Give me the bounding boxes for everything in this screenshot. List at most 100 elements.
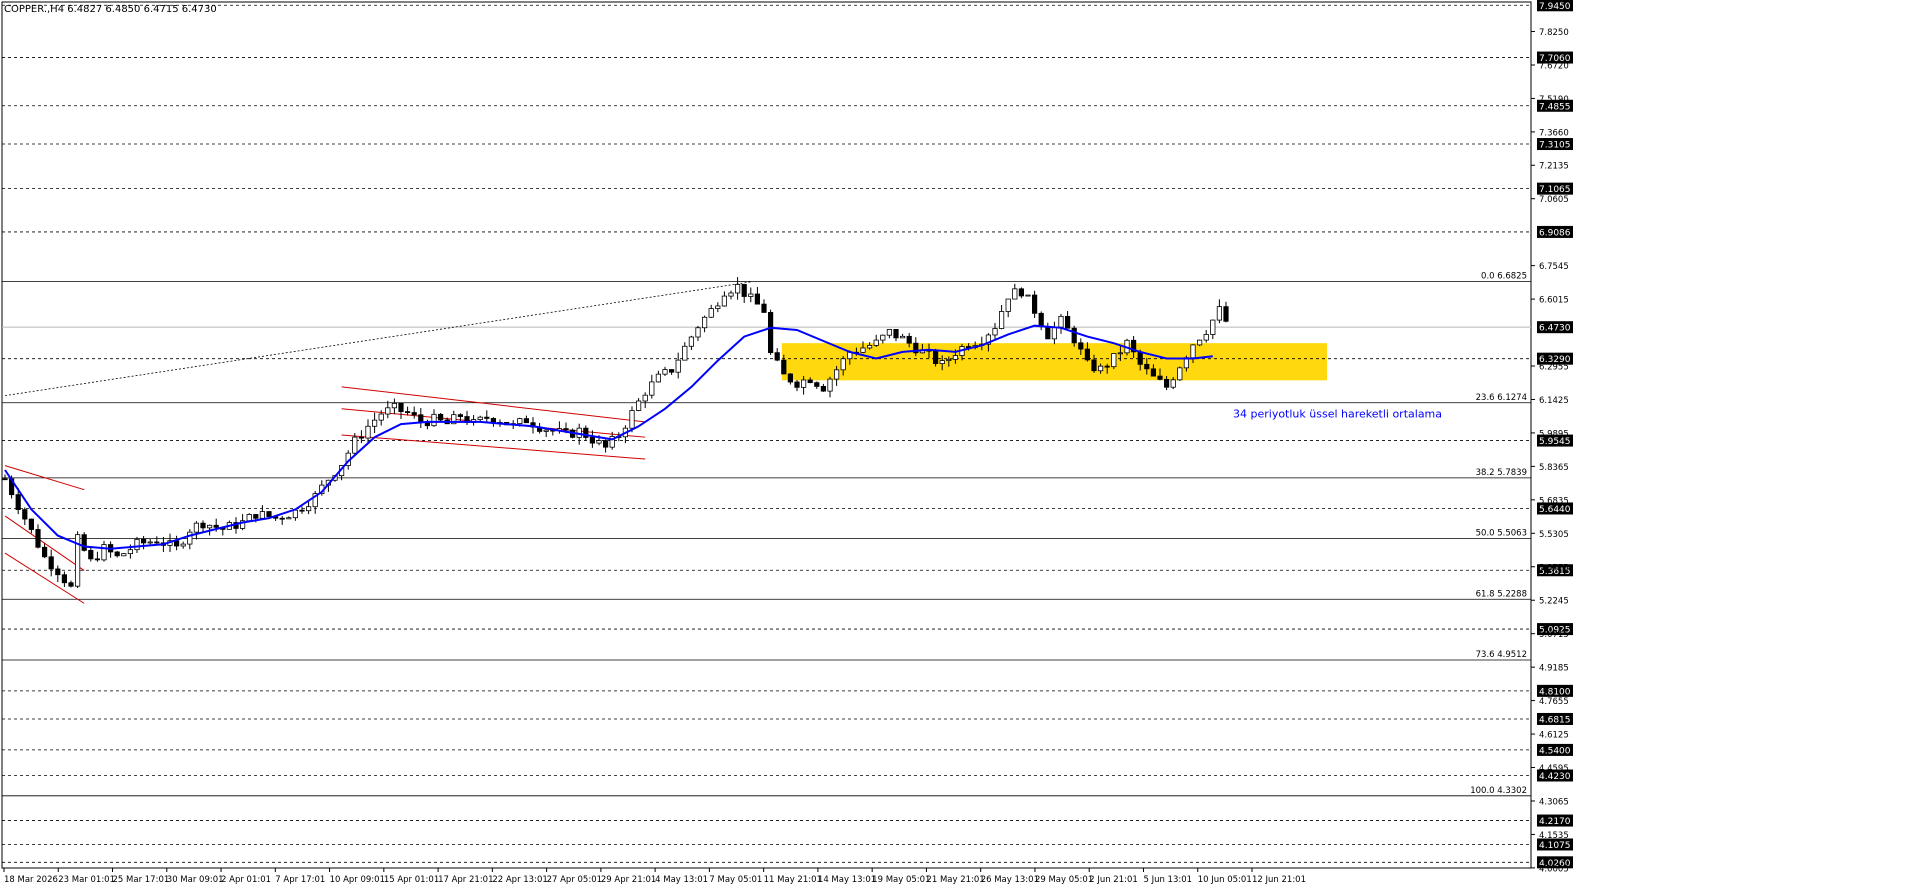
candle-body <box>1216 306 1222 321</box>
candle-body <box>101 544 107 561</box>
y-tick-label: 5.5305 <box>1539 530 1569 540</box>
x-tick-label: 7 Apr 17:01 <box>275 875 325 885</box>
candle-body <box>721 295 728 307</box>
candle-body <box>1032 294 1038 314</box>
candle-body <box>1150 368 1156 377</box>
candle-body <box>94 558 100 561</box>
plot-frame <box>1 1 1532 869</box>
candle-body <box>193 522 199 533</box>
candle-body <box>748 293 754 297</box>
x-tick-label: 2 Apr 01:01 <box>221 875 271 885</box>
x-tick-label: 14 May 13:01 <box>818 875 876 885</box>
candle-body <box>794 381 800 388</box>
candle-body <box>484 416 490 419</box>
candle-body <box>127 549 133 555</box>
candle-body <box>140 538 147 544</box>
candle-body <box>1025 294 1031 297</box>
candle-body <box>1177 367 1183 381</box>
y-tick-label: 5.2245 <box>1539 597 1569 607</box>
candle-body <box>867 344 873 349</box>
y-tick-label: 6.1425 <box>1539 396 1569 406</box>
candle-body <box>114 551 120 557</box>
candle-body <box>649 381 655 396</box>
candle-body <box>939 360 945 365</box>
candle-body <box>735 284 741 294</box>
y-tick-label: 7.0605 <box>1539 195 1569 205</box>
candle-body <box>952 355 959 360</box>
candle-body <box>292 509 299 519</box>
x-tick-label: 17 Apr 21:01 <box>438 875 493 885</box>
candle-body <box>259 511 266 519</box>
y-tick-label: 4.3065 <box>1539 797 1569 807</box>
candle-body <box>761 303 767 313</box>
candle-body <box>457 414 464 417</box>
y-tick-label: 7.5190 <box>1539 95 1569 105</box>
candle-body <box>834 369 840 380</box>
candle-body <box>1203 334 1209 341</box>
price-chart[interactable]: 7.94507.70607.48557.31057.10656.90866.32… <box>0 0 1916 888</box>
candle-body <box>900 335 906 339</box>
candle-body <box>596 440 602 444</box>
candle-body <box>411 412 417 416</box>
level-label: 4.2170 <box>1539 817 1571 827</box>
x-tick-label: 26 May 13:01 <box>981 875 1039 885</box>
candle-body <box>688 336 695 347</box>
candle-body <box>1164 378 1170 388</box>
candle-body <box>893 329 899 339</box>
candle-body <box>68 582 74 587</box>
channel-line <box>341 434 646 460</box>
level-label: 4.6815 <box>1539 715 1571 725</box>
candle-body <box>662 369 668 375</box>
level-label: 7.1065 <box>1539 185 1571 195</box>
y-tick-label: 4.9185 <box>1539 664 1569 674</box>
y-tick-label: 4.1535 <box>1539 831 1569 841</box>
y-tick-label: 6.7545 <box>1539 262 1569 272</box>
candle-body <box>636 400 642 411</box>
candle-body <box>1045 326 1051 340</box>
candle-body <box>1051 326 1057 340</box>
candle-body <box>55 568 61 576</box>
x-tick-label: 29 Apr 21:01 <box>601 875 656 885</box>
last-price-label: 6.4730 <box>1539 324 1571 334</box>
candle-body <box>741 284 747 297</box>
candle-body <box>1078 342 1084 350</box>
y-tick-label: 5.8365 <box>1539 463 1569 473</box>
y-tick-label: 5.0715 <box>1539 630 1569 640</box>
candle-body <box>1190 344 1196 359</box>
candle-body <box>946 358 952 361</box>
candle-body <box>134 538 140 551</box>
x-tick-label: 29 May 05:01 <box>1035 875 1093 885</box>
x-tick-label: 10 Jun 05:01 <box>1198 875 1252 885</box>
level-label: 7.9450 <box>1539 2 1571 12</box>
candle-body <box>2 478 8 481</box>
candle-body <box>1157 375 1163 380</box>
candle-body <box>873 339 879 346</box>
candle-body <box>305 506 312 512</box>
x-tick-label: 12 Jun 21:01 <box>1252 875 1306 885</box>
x-tick-label: 11 May 21:01 <box>764 875 822 885</box>
candle-body <box>358 436 365 439</box>
candle-body <box>371 419 378 427</box>
level-label: 4.5400 <box>1539 746 1571 756</box>
candle-body <box>642 394 648 402</box>
candle-body <box>206 524 213 529</box>
candle-body <box>253 514 259 519</box>
candle-body <box>629 410 635 429</box>
candle-body <box>781 359 787 375</box>
fib-level-label: 50.0 5.5063 <box>1476 529 1527 539</box>
candle-body <box>695 327 701 338</box>
candle-body <box>378 413 384 421</box>
y-tick-label: 4.0005 <box>1539 864 1569 874</box>
candle-body <box>1117 352 1123 355</box>
x-tick-label: 21 May 21:01 <box>926 875 984 885</box>
candle-body <box>603 440 609 448</box>
candle-body <box>1210 319 1216 335</box>
chart-window[interactable]: COPPER.,H4 6.4827 6.4850 6.4715 6.4730 7… <box>0 0 1916 888</box>
level-label: 6.9086 <box>1539 228 1571 238</box>
x-tick-label: 15 Apr 01:01 <box>384 875 439 885</box>
candle-body <box>820 386 827 392</box>
candle-body <box>1058 315 1064 328</box>
fib-level-label: 100.0 4.3302 <box>1470 786 1527 796</box>
trend-line <box>4 281 751 397</box>
candle-body <box>517 418 523 425</box>
